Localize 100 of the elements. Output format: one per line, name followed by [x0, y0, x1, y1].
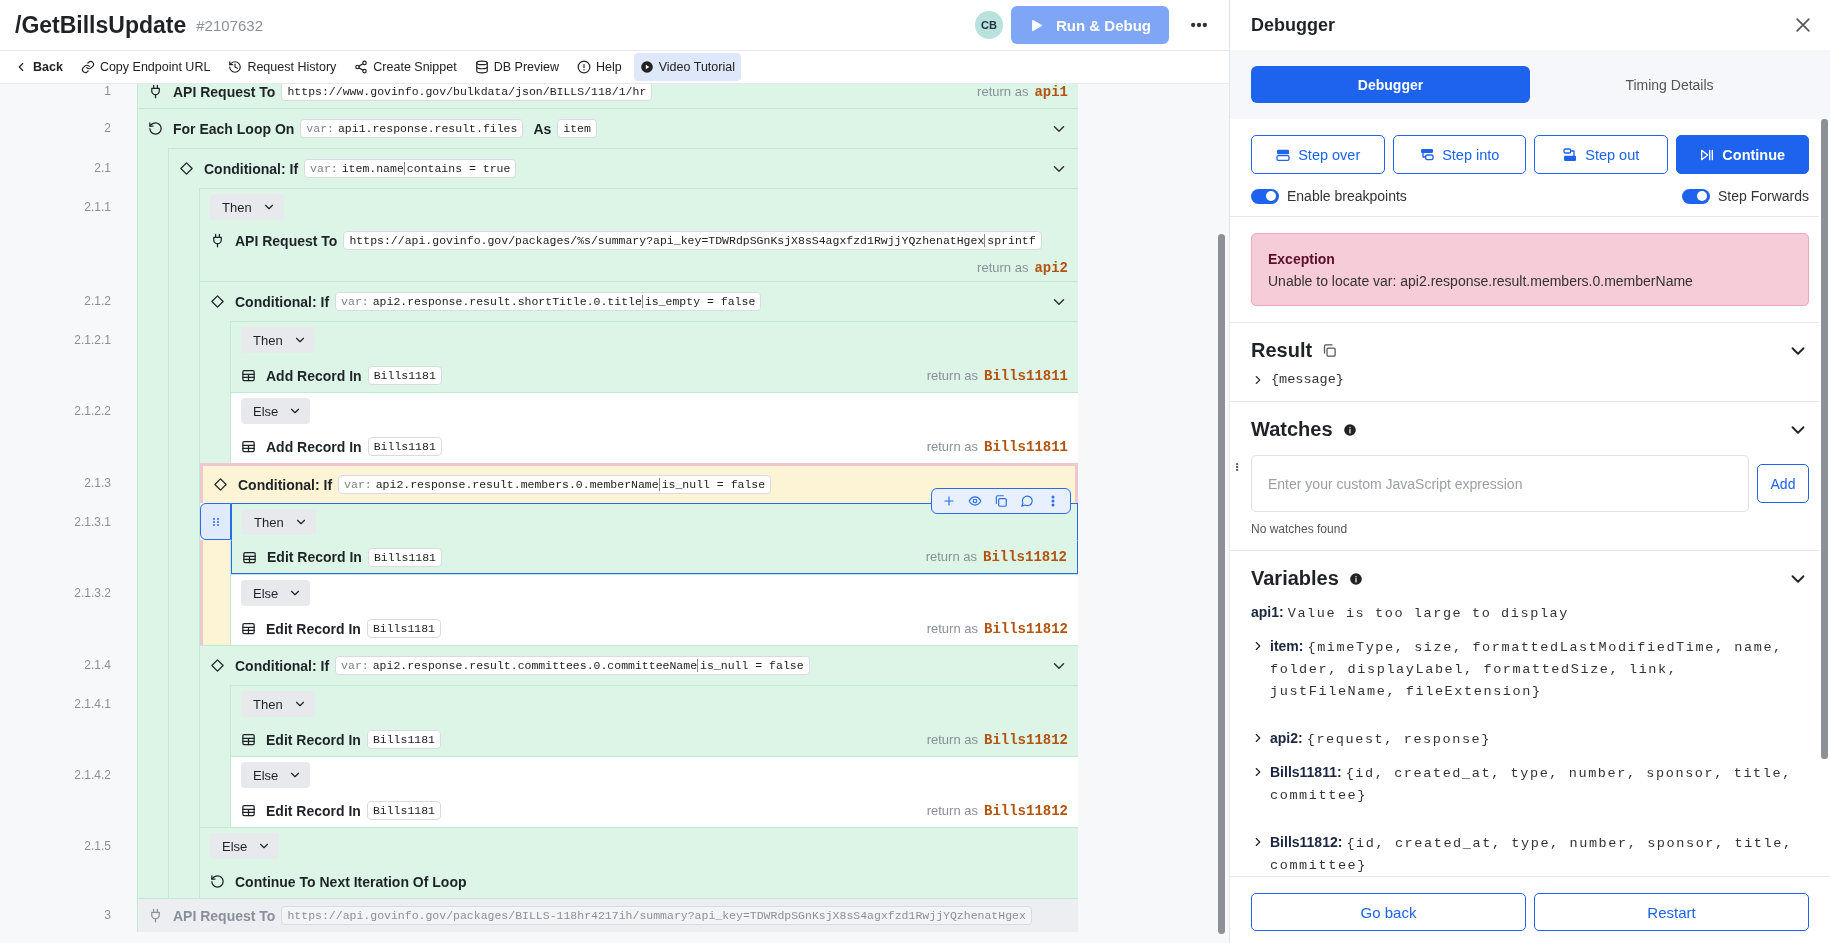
return-label: return as [926, 367, 978, 383]
line-number: 2.1 [94, 161, 111, 175]
return-variable: api1 [1034, 84, 1068, 100]
branch-dropdown[interactable]: Then [241, 691, 315, 717]
line-number: 2.1.2.1 [74, 332, 111, 347]
return-label: return as [926, 438, 978, 454]
endpoint-id: #2107632 [196, 16, 263, 34]
debug-control-button[interactable]: Step out [1534, 135, 1668, 174]
add-icon [942, 494, 956, 508]
table-icon [242, 549, 257, 565]
line-number: 2.1.2 [84, 294, 111, 308]
branch-dropdown[interactable]: Else [241, 398, 311, 424]
info-icon [1342, 422, 1357, 437]
result-value: {message} [1271, 372, 1344, 387]
diamond-icon [210, 294, 225, 309]
line-number: 2.1.4 [84, 658, 111, 672]
copy-icon [994, 494, 1008, 508]
close-icon [1793, 15, 1813, 35]
add-watch-button[interactable]: Add [1757, 464, 1809, 503]
step-title: Edit Record In [266, 731, 361, 748]
diamond-icon [213, 477, 228, 492]
branch-dropdown[interactable]: Else [241, 580, 311, 606]
return-variable: Bills11812 [983, 549, 1067, 565]
line-number: 3 [104, 908, 111, 922]
line-number: 2 [104, 121, 111, 135]
link-icon [80, 60, 95, 74]
return-variable: Bills11811 [984, 438, 1068, 455]
step-title: API Request To [235, 232, 338, 249]
copy-icon[interactable] [1322, 343, 1338, 358]
scrollbar[interactable] [1821, 119, 1828, 759]
expression-chip: https://www.govinfo.gov/bulkdata/json/BILLS/118/1/hr [281, 84, 653, 101]
variable-entry: api1: Value is too large to display [1251, 603, 1571, 623]
return-variable: api2 [1034, 260, 1068, 276]
eye-icon [968, 494, 982, 508]
toggle-label: Enable breakpoints [1287, 188, 1407, 204]
plug-icon [148, 908, 163, 923]
expression-chip: Bills1181 [367, 437, 442, 456]
return-label: return as [926, 620, 978, 636]
indent-guide [200, 540, 231, 574]
diamond-icon [210, 658, 225, 673]
debug-control-button[interactable]: Step into [1392, 135, 1526, 174]
footer-button[interactable]: Go back [1251, 893, 1526, 931]
table-icon [241, 621, 256, 636]
variable-entry: Bills11811: {id, created_at, type, number, sponsor, title, committee} [1270, 763, 1793, 805]
step-title: As [533, 120, 552, 137]
branch-dropdown[interactable]: Then [241, 327, 315, 353]
section-title: Variables [1251, 567, 1339, 590]
toggle-switch[interactable] [1681, 188, 1710, 204]
branch-dropdown[interactable]: Else [241, 762, 311, 788]
expression-chip: var: item.name contains = true [304, 159, 517, 178]
toolbar-link[interactable]: Help [571, 53, 628, 81]
line-number: 2.1.4.2 [74, 767, 111, 782]
return-label: return as [926, 731, 978, 747]
toolbar-link[interactable]: Back [8, 53, 69, 81]
toolbar-link[interactable]: DB Preview [468, 53, 565, 81]
plug-icon [210, 233, 225, 248]
drag-handle[interactable] [200, 503, 231, 540]
line-number: 2.1.5 [84, 838, 111, 853]
debug-control-button[interactable]: Continue [1675, 135, 1809, 174]
line-number: 2.1.2.2 [74, 403, 111, 418]
toolbar-link[interactable]: Request History [222, 53, 343, 81]
step-title: Conditional: If [238, 476, 333, 493]
user-avatar[interactable]: CB [975, 11, 1003, 39]
section-title: Result [1251, 339, 1313, 362]
loop-arrow-icon [210, 874, 225, 889]
tab[interactable]: Timing Details [1530, 66, 1809, 103]
table-icon [241, 368, 256, 383]
toolbar-link[interactable]: Video Tutorial [633, 53, 741, 81]
footer-button[interactable]: Restart [1534, 893, 1809, 931]
diamond-icon [179, 161, 194, 176]
toolbar-link[interactable]: Create Snippet [348, 53, 463, 81]
watch-expression-field[interactable]: Enter your custom JavaScript expression [1251, 455, 1749, 512]
expression-chip: var: api2.response.result.members.0.memberName is_null = false [338, 475, 772, 494]
scrollbar[interactable] [1218, 234, 1225, 934]
return-label: return as [926, 802, 978, 818]
toggle-switch[interactable] [1251, 188, 1279, 204]
branch-dropdown[interactable]: Then [242, 509, 316, 535]
line-number: 2.1.3 [84, 476, 111, 490]
info-icon [1348, 571, 1363, 586]
panel-title: Debugger [1251, 14, 1335, 36]
branch-dropdown[interactable]: Else [210, 833, 280, 859]
step-into-icon [1419, 146, 1436, 163]
toolbar-link[interactable]: Copy Endpoint URL [74, 53, 217, 81]
expression-chip: https://api.govinfo.gov/packages/BILLS-118hr4217ih/summary?api_key=TDWRdpSGnKsjX8sS4agxfzd1RwjjYQzhenatHgex [281, 906, 1032, 925]
step-title: Add Record In [266, 438, 362, 455]
loop-arrow-icon [148, 121, 163, 136]
tab[interactable]: Debugger [1251, 66, 1530, 103]
line-number: 2.1.4.1 [74, 696, 111, 711]
step-title: Edit Record In [266, 620, 361, 637]
indent-guide [200, 429, 231, 463]
info-circle-icon [577, 60, 591, 74]
share-icon [354, 60, 369, 74]
return-label: return as [925, 549, 977, 564]
return-label: return as [977, 260, 1029, 275]
exception-title: Exception [1268, 251, 1336, 267]
exception-message: Unable to locate var: api2.response.result.members.0.memberName [1268, 273, 1694, 289]
branch-dropdown[interactable]: Then [210, 194, 284, 220]
table-icon [241, 439, 256, 454]
debug-control-button[interactable]: Step over [1251, 135, 1385, 174]
empty-message: No watches found [1251, 522, 1349, 536]
